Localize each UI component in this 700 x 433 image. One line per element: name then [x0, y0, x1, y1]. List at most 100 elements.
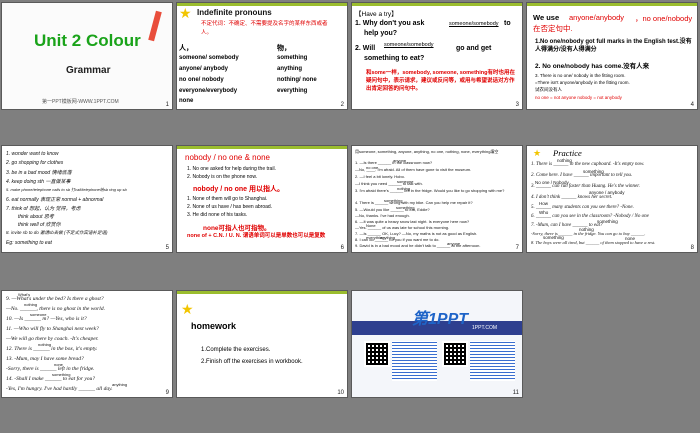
fill-answer: anything	[112, 382, 128, 387]
slide-number: 9	[165, 390, 169, 396]
slide11-sub: 1PPT.COM	[472, 325, 498, 331]
vocab-line: 4. keep doing sth 一直做某事	[6, 179, 71, 185]
slide2-row-2a: anyone/ anybody	[179, 66, 229, 72]
fill-answer: someone	[397, 179, 414, 184]
practice-line: 13. -Mum, may I have some bread?	[6, 356, 84, 362]
slide8-title: Practice	[553, 148, 582, 158]
vocab-line: Eg: something to eat	[6, 240, 52, 246]
slide-number: 2	[340, 102, 344, 108]
practice-line: 2. Come here. I have ______ important to…	[531, 173, 633, 178]
slide-thumbnail-1[interactable]: Unit 2 Colour Grammar 第一PPT模板网-WWW.1PPT.…	[2, 3, 172, 109]
slide6-t3: none可指人也可指物。	[203, 225, 271, 232]
slide2-row-3b: nothing/ none	[277, 77, 317, 83]
qr-code-icon	[442, 341, 468, 367]
crayon-decoration	[148, 10, 162, 42]
fill-answer: something	[384, 198, 403, 203]
slide10-title: homework	[191, 321, 237, 331]
slide-thumbnail-8[interactable]: ★ Practice 1. There is ______ in the new…	[527, 146, 697, 252]
slide4-h2: anyone/anybody	[569, 13, 625, 22]
vocab-line: think about 思考	[18, 214, 54, 220]
fill-answer: nothing	[557, 158, 572, 163]
top-bar	[177, 146, 347, 149]
practice-line: 4. I don't think ______ knows her secret…	[531, 195, 613, 200]
fill-answer: Who	[539, 210, 549, 215]
slide3-q1c: to	[504, 20, 511, 27]
slide2-row-5a: none	[179, 98, 194, 104]
vocab-line: 1. wonder want to know	[6, 151, 59, 157]
fill-answer: anything	[380, 235, 396, 240]
slide2-row-1b: something	[277, 55, 308, 61]
slide-thumbnail-10[interactable]: ★ homework 1.Complete the exercises. 2.F…	[177, 291, 347, 397]
slide2-col-things: 物，	[277, 45, 291, 52]
slide-thumbnail-9[interactable]: 9. —What's under the bed? Is there a gho…	[2, 291, 172, 397]
vocab-line: 3. be in a bad mood 情绪低落	[6, 170, 72, 176]
top-bar	[352, 3, 522, 6]
practice-line: 8. The boys were all tired, but ______ o…	[531, 240, 656, 245]
fill-answer: nothing	[24, 302, 38, 307]
fill-answer: something	[583, 169, 604, 174]
practice-line: 6. ______ can you see in the classroom? …	[531, 214, 649, 219]
exercise-line: 3. I'm afraid there's ______ left in the…	[355, 188, 505, 193]
slide2-row-3a: no one/ nobody	[179, 77, 224, 83]
vocab-line: 5. make phone/telephone calls to sb 打cal…	[6, 187, 127, 192]
slide-thumbnail-6[interactable]: nobody / no one & none 1. No one asked f…	[177, 146, 347, 252]
star-icon: ★	[533, 148, 542, 158]
fill-answer: something	[396, 205, 415, 210]
qr-code-icon	[364, 341, 390, 367]
exercise-heading: 用someone, something, anyone, anything, n…	[355, 149, 499, 154]
slide3-q1d: help you?	[364, 30, 398, 37]
slide4-l5: 试衣间没有人	[535, 87, 562, 92]
practice-line: —No. ______, there is no ghost in the wo…	[6, 306, 105, 312]
slide-thumbnail-11[interactable]: 第1PPT 1PPT.COM 11	[352, 291, 522, 397]
slide2-col-people: 人，	[179, 45, 193, 52]
slide-thumbnail-5[interactable]: 1. wonder want to know 2. go shopping fo…	[2, 146, 172, 252]
slide-thumbnail-7[interactable]: 用someone, something, anyone, anything, n…	[352, 146, 522, 252]
vocab-line: 2. go shopping for clothes	[6, 160, 64, 166]
slide4-l1: 1.No one/nobody got full marks in the En…	[535, 39, 692, 53]
slide6-l2: 2. Nobody is on the phone now.	[187, 174, 258, 180]
slide10-h2: 2.Finish off the exercises in workbook.	[201, 359, 303, 365]
fill-answer: no one	[366, 165, 379, 170]
practice-line: -Yes, I'm hungry. I've had hardly ______…	[6, 386, 113, 392]
fill-answer: anyone / anybody	[589, 190, 625, 195]
slide-thumbnail-4[interactable]: We use anyone/anybody ，no one/nobody 在否定…	[527, 3, 697, 109]
slide-thumbnail-2[interactable]: ★ Indefinite pronouns 不定代词：不确定、不需要提及名字的某…	[177, 3, 347, 109]
link-list	[392, 341, 437, 381]
slide3-q1-blank: someone/somebody	[449, 21, 499, 27]
slide6-t4: none of + C.N. / U. N. 谓语单词可以是单数也可以是复数	[187, 233, 326, 239]
fill-answer: anyone	[393, 158, 407, 163]
slide4-h4: 在否定句中.	[533, 24, 573, 33]
slide2-row-4a: everyone/everybody	[179, 88, 238, 94]
slide2-definition: 不定代词：不确定、不需要提及名字的某样东西或者人。	[201, 21, 328, 36]
fill-answer: How	[539, 201, 549, 206]
practice-line: -Sorry, there is ______ left in the frid…	[6, 366, 95, 372]
fill-answer: anyone	[447, 241, 461, 246]
exercise-line: 5. —Would you like ______ to eat, Eddie?	[355, 207, 430, 212]
slide4-l4: =There isn't anyone/anybody in the fitti…	[535, 80, 630, 85]
slide6-l1: 1. No one asked for help during the trai…	[187, 166, 276, 172]
slide3-q2c: go and get	[456, 45, 492, 52]
slide4-l3: 3. There is no one/ nobody in the fittin…	[535, 73, 626, 78]
slide4-l6: no one = not anyone nobody = not anybody	[535, 95, 622, 100]
fill-answer: nothing	[397, 186, 411, 191]
slide1-footer: 第一PPT模板网-WWW.1PPT.COM	[42, 99, 119, 105]
slide-thumbnail-3[interactable]: 【Have a try】 1. Why don't you ask someon…	[352, 3, 522, 109]
slide-number: 1	[165, 102, 169, 108]
exercise-line: —No, thanks. I've had enough.	[355, 213, 410, 218]
slide-number: 8	[690, 245, 694, 251]
slide4-h1: We use	[533, 13, 560, 22]
fill-answer: No one / Nobody	[535, 180, 569, 185]
fill-answer: someone	[30, 312, 47, 317]
slide4-l2: 2. No one/nobody has come.没有人来	[535, 63, 650, 70]
vocab-line: 6. eat normally 表现正常 normal + abnormal	[6, 197, 104, 203]
link-list	[470, 341, 515, 381]
vocab-line: 8. invite sb to do 邀请sb去做 (不定式作宾语补足语)	[6, 230, 108, 235]
practice-line: 11. —Who will fly to Shanghai next week?	[6, 326, 99, 332]
slide2-row-1a: someone/ somebody	[179, 55, 239, 61]
vocab-line: think well of 欣赏你	[18, 222, 61, 228]
slide-number: 5	[165, 245, 169, 251]
star-icon: ★	[179, 5, 192, 21]
practice-line: 14. -Shall I make ______ to eat for you?	[6, 376, 96, 382]
top-bar	[177, 3, 347, 6]
slide6-t2: nobody / no one 用以指人。	[193, 186, 284, 193]
